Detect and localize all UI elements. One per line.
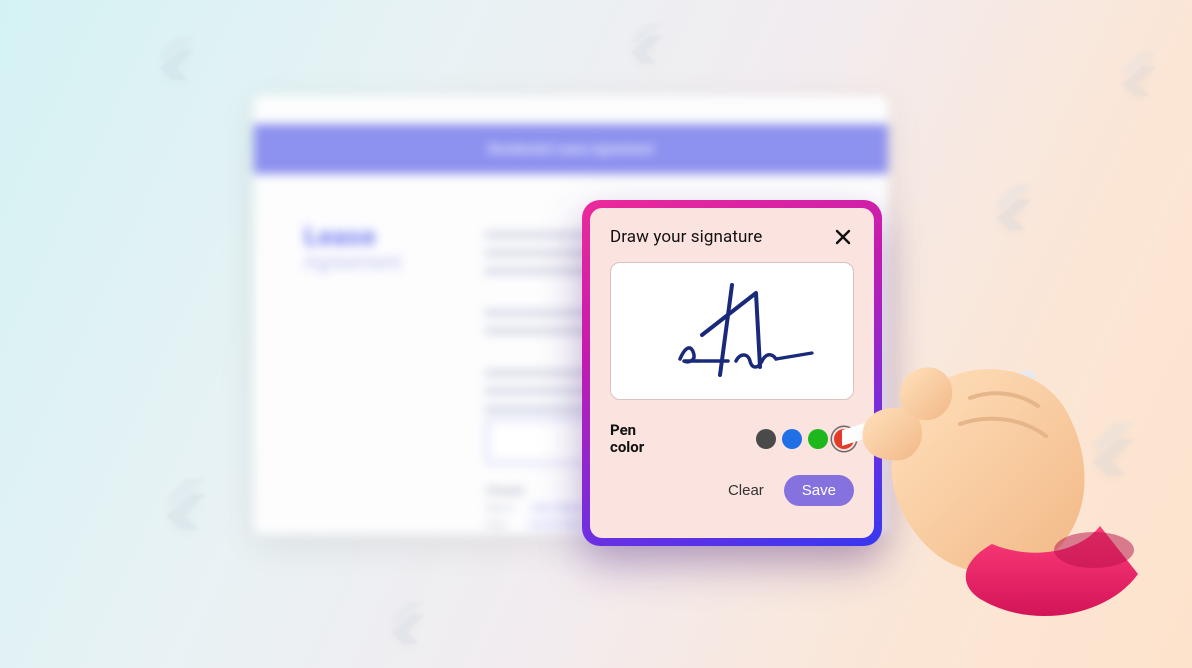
document-name-value: John Adams [530, 503, 586, 514]
pen-color-green[interactable] [808, 429, 828, 449]
flutter-logo-icon [152, 464, 208, 534]
document-name-label: Name [486, 503, 516, 514]
document-header-title: Residential Lease Agreement [488, 142, 654, 156]
flutter-logo-icon [1110, 40, 1158, 100]
flutter-logo-icon [148, 24, 196, 84]
pen-color-swatches [756, 429, 854, 449]
pen-color-label: Pencolor [610, 422, 644, 457]
signature-stroke [632, 271, 832, 391]
pen-color-blue[interactable] [782, 429, 802, 449]
close-button[interactable] [832, 226, 854, 248]
signature-canvas[interactable] [610, 262, 854, 400]
document-date-label: Date [486, 520, 516, 531]
flutter-logo-icon [984, 172, 1034, 235]
save-button[interactable]: Save [784, 475, 854, 506]
document-fields-heading: (Tenant) [486, 486, 586, 497]
pen-color-red[interactable] [834, 429, 854, 449]
flutter-logo-icon [380, 590, 426, 648]
close-icon [834, 228, 852, 246]
signature-dialog: Draw your signature Pencolor [582, 200, 882, 546]
pen-color-black[interactable] [756, 429, 776, 449]
clear-button[interactable]: Clear [726, 478, 766, 503]
document-date-value: 01/01/2024 [530, 520, 583, 531]
flutter-logo-icon [1078, 408, 1136, 481]
dialog-title: Draw your signature [610, 227, 762, 247]
flutter-logo-icon [620, 12, 664, 67]
document-header: Residential Lease Agreement [254, 124, 888, 174]
